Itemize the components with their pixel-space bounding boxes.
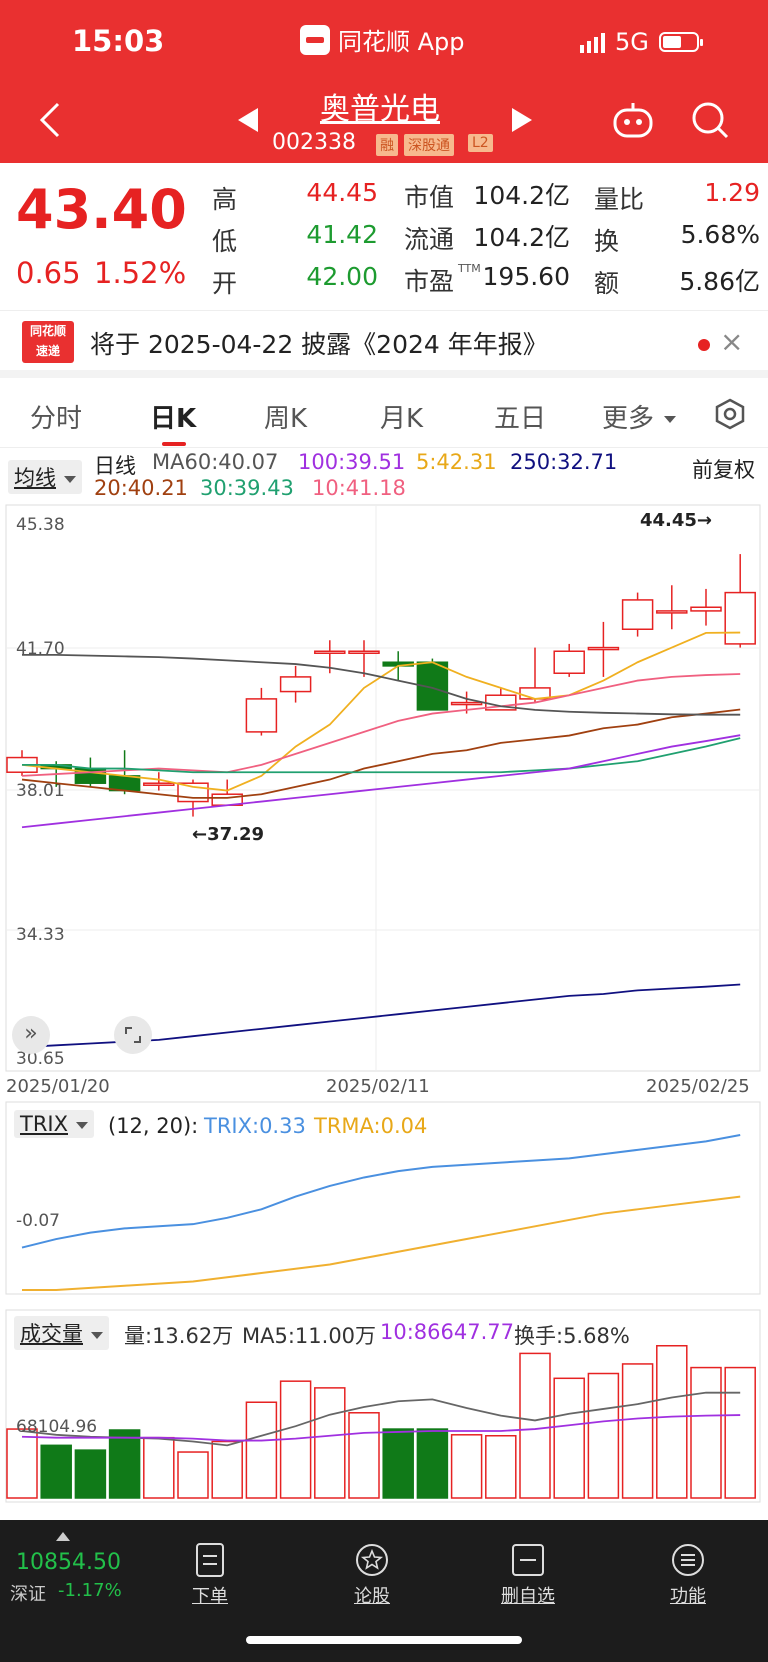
high-marker: 44.45→ <box>640 510 712 531</box>
index-name: 深证 <box>10 1584 46 1605</box>
nav-remove-watchlist[interactable]: 删自选 <box>488 1542 568 1608</box>
volume-bar <box>348 1412 380 1499</box>
trix-dropdown-button[interactable]: TRIX <box>14 1110 94 1138</box>
fullscreen-icon[interactable] <box>114 1016 152 1054</box>
volume-turnover: 换手:5.68% <box>514 1324 630 1348</box>
menu-icon <box>672 1544 704 1576</box>
kline-plot <box>6 554 756 1049</box>
trix-params: (12, 20): <box>108 1114 199 1138</box>
nav-functions[interactable]: 功能 <box>648 1542 728 1608</box>
chevron-down-icon <box>91 1331 103 1339</box>
volume-bar <box>143 1436 175 1499</box>
volume-bar <box>245 1401 278 1499</box>
volume-bar <box>587 1372 620 1499</box>
candle-body <box>621 599 654 630</box>
index-value[interactable]: 10854.50 <box>16 1550 121 1575</box>
candle-body <box>143 782 175 786</box>
volume-value: 量:13.62万 <box>124 1324 234 1348</box>
candle-body <box>245 698 278 733</box>
candle-body <box>656 610 688 614</box>
home-indicator <box>246 1636 522 1644</box>
trix-plot <box>21 1134 741 1291</box>
volume-dropdown-button[interactable]: 成交量 <box>14 1316 109 1350</box>
nav-order-label: 下单 <box>192 1586 228 1607</box>
trix-legend: TRIX:0.33 <box>204 1114 306 1138</box>
date-end: 2025/02/25 <box>646 1076 750 1097</box>
remove-watchlist-icon <box>512 1544 544 1576</box>
nav-forum[interactable]: 论股 <box>332 1542 412 1608</box>
volume-bar <box>416 1428 449 1499</box>
low-marker: ←37.29 <box>192 824 264 845</box>
date-start: 2025/01/20 <box>6 1076 110 1097</box>
candle-body <box>690 606 722 612</box>
volume-bar <box>177 1451 209 1499</box>
volume-bar <box>724 1366 756 1499</box>
expand-panel-icon[interactable]: » <box>12 1016 50 1054</box>
volume-bar <box>211 1440 243 1499</box>
candle-body <box>553 650 585 674</box>
trma-legend: TRMA:0.04 <box>314 1114 428 1138</box>
charts-svg: 45.38 41.70 38.01 34.33 30.65 44.45→ ←37… <box>5 504 761 1503</box>
candle-body <box>724 591 756 645</box>
nav-order[interactable]: 下单 <box>170 1542 250 1608</box>
candle-body <box>279 676 312 693</box>
volume-bar <box>519 1352 551 1499</box>
date-middle: 2025/02/11 <box>326 1076 430 1097</box>
volume-ma5: MA5:11.00万 <box>242 1324 377 1348</box>
volume-bar <box>314 1387 346 1499</box>
volume-bar <box>656 1344 688 1499</box>
nav-functions-label: 功能 <box>670 1586 706 1607</box>
volume-bar <box>74 1449 107 1499</box>
y-tick-label: 41.70 <box>16 639 65 659</box>
volume-bar <box>6 1428 38 1499</box>
volume-bar <box>108 1429 141 1499</box>
trix-tick-label: -0.07 <box>16 1211 60 1231</box>
candle-body <box>108 775 141 792</box>
volume-bar <box>485 1435 517 1499</box>
volume-bar <box>553 1377 585 1499</box>
index-change: -1.17% <box>58 1580 122 1601</box>
forum-star-icon <box>356 1544 388 1576</box>
index-expand-icon[interactable] <box>56 1532 70 1541</box>
y-tick-label: 34.33 <box>16 925 65 945</box>
volume-bar <box>450 1434 483 1499</box>
volume-bar <box>621 1363 654 1499</box>
volume-ma10: 10:86647.77 <box>380 1320 514 1344</box>
chevron-down-icon <box>76 1121 88 1129</box>
candle-body <box>314 650 346 654</box>
volume-plot <box>6 1344 756 1499</box>
volume-bar <box>382 1428 414 1499</box>
y-tick-label: 45.38 <box>16 515 65 535</box>
candle-body <box>348 650 380 654</box>
trix-line-trma <box>22 1195 741 1291</box>
volume-tick-label: 68104.96 <box>16 1417 97 1437</box>
nav-forum-label: 论股 <box>354 1586 390 1607</box>
candle-body <box>587 646 620 651</box>
trix-line-trix <box>21 1134 741 1249</box>
volume-bar <box>690 1366 722 1499</box>
trix-dropdown-label: TRIX <box>20 1112 68 1136</box>
order-icon <box>196 1543 224 1577</box>
volume-bar <box>40 1444 72 1499</box>
volume-dropdown-label: 成交量 <box>20 1322 83 1346</box>
ma-line-ma60 <box>22 654 741 716</box>
candle-body <box>450 701 483 706</box>
nav-remove-watchlist-label: 删自选 <box>501 1586 555 1607</box>
